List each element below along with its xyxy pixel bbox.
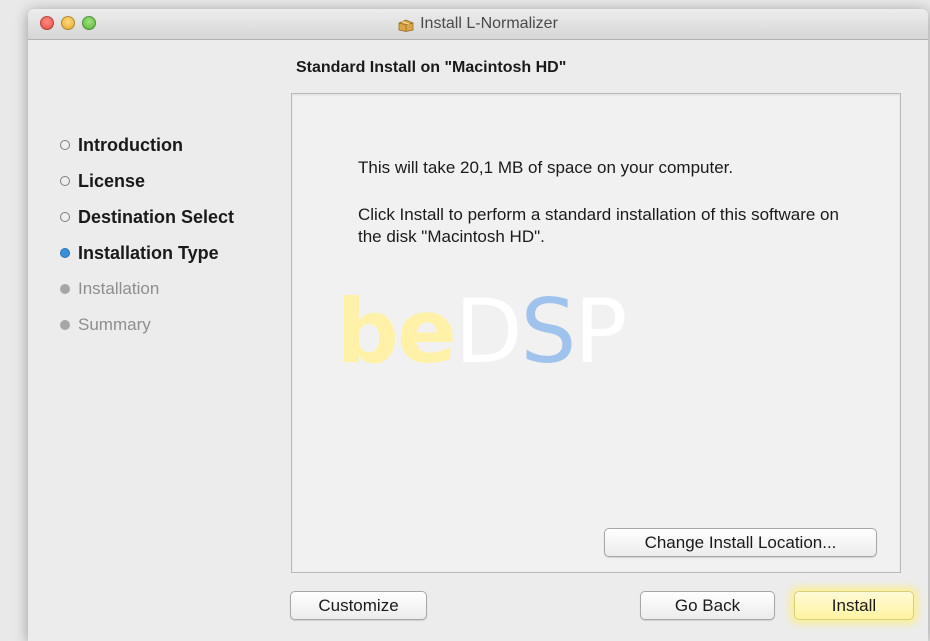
step-label: Summary: [78, 315, 151, 334]
watermark-s: S: [520, 280, 576, 383]
step-done-bullet-icon: [60, 212, 70, 222]
window-title-group: Install L-Normalizer: [28, 9, 928, 39]
step-label: Installation: [78, 279, 160, 298]
page-title: Standard Install on "Macintosh HD": [296, 59, 567, 76]
space-required-message: This will take 20,1 MB of space on your …: [358, 158, 734, 177]
step-label: Installation Type: [78, 242, 219, 263]
step-pending-bullet-icon: [60, 320, 70, 330]
installer-steps-list: Introduction License Destination Select …: [60, 127, 234, 343]
install-instructions-message: Click Install to perform a standard inst…: [358, 205, 839, 246]
step-done-bullet-icon: [60, 176, 70, 186]
watermark-p: P: [574, 280, 627, 383]
package-icon: [398, 19, 414, 32]
step-license: License: [60, 163, 234, 199]
title-bar[interactable]: Install L-Normalizer: [28, 9, 928, 40]
window-title: Install L-Normalizer: [420, 15, 558, 32]
step-summary: Summary: [60, 307, 234, 343]
step-destination-select: Destination Select: [60, 199, 234, 235]
step-pending-bullet-icon: [60, 284, 70, 294]
step-label: Introduction: [78, 134, 183, 155]
content-panel: This will take 20,1 MB of space on your …: [291, 93, 901, 573]
step-introduction: Introduction: [60, 127, 234, 163]
watermark-be: be: [336, 280, 457, 383]
step-done-bullet-icon: [60, 140, 70, 150]
customize-button[interactable]: Customize: [290, 591, 427, 620]
step-installation: Installation: [60, 271, 234, 307]
watermark-d: D: [454, 280, 523, 383]
installer-window: Install L-Normalizer Standard Install on…: [28, 9, 928, 641]
bedsp-watermark-logo: beDSP: [336, 280, 627, 383]
install-button[interactable]: Install: [794, 591, 914, 620]
step-label: License: [78, 170, 146, 191]
change-install-location-button[interactable]: Change Install Location...: [604, 528, 877, 557]
step-installation-type: Installation Type: [60, 235, 234, 271]
step-label: Destination Select: [78, 206, 235, 227]
go-back-button[interactable]: Go Back: [640, 591, 775, 620]
step-current-bullet-icon: [60, 248, 70, 258]
